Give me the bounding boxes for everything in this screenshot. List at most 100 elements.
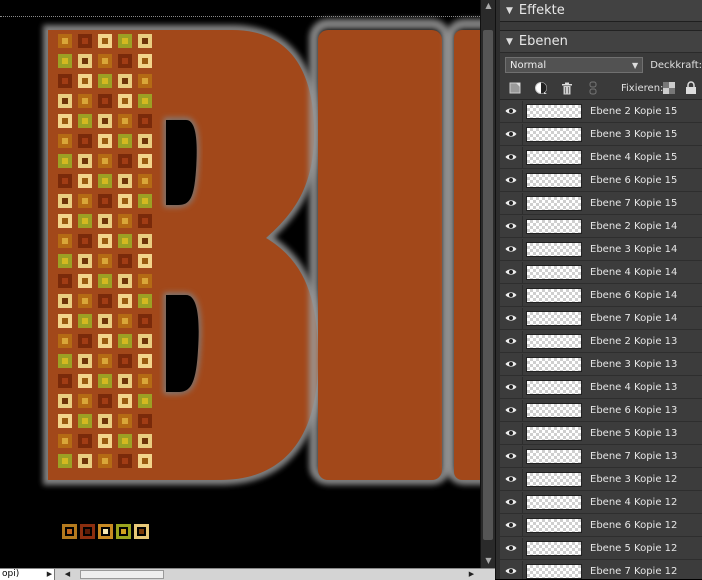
- eye-icon[interactable]: [500, 100, 523, 122]
- layer-thumbnail[interactable]: [526, 333, 582, 349]
- layer-name[interactable]: Ebene 6 Kopie 12: [590, 520, 677, 531]
- layer-row[interactable]: Ebene 6 Kopie 15: [500, 169, 702, 192]
- eye-icon[interactable]: [500, 445, 523, 467]
- layer-thumbnail[interactable]: [526, 517, 582, 533]
- layer-row[interactable]: Ebene 6 Kopie 12: [500, 514, 702, 537]
- layer-name[interactable]: Ebene 3 Kopie 15: [590, 129, 677, 140]
- eye-icon[interactable]: [500, 192, 523, 214]
- layer-row[interactable]: Ebene 2 Kopie 13: [500, 330, 702, 353]
- layer-thumbnail[interactable]: [526, 471, 582, 487]
- layer-name[interactable]: Ebene 4 Kopie 15: [590, 152, 677, 163]
- eye-icon[interactable]: [500, 261, 523, 283]
- layer-name[interactable]: Ebene 6 Kopie 15: [590, 175, 677, 186]
- layer-name[interactable]: Ebene 4 Kopie 14: [590, 267, 677, 278]
- layer-row[interactable]: Ebene 2 Kopie 15: [500, 100, 702, 123]
- link-icon[interactable]: [586, 81, 600, 95]
- layer-row[interactable]: Ebene 3 Kopie 13: [500, 353, 702, 376]
- scroll-left-icon[interactable]: ◀: [62, 569, 73, 580]
- layer-thumbnail[interactable]: [526, 195, 582, 211]
- eye-icon[interactable]: [500, 514, 523, 536]
- lock-transparent-icon[interactable]: [663, 82, 675, 94]
- collapse-triangle-icon[interactable]: ▼: [506, 37, 513, 47]
- layer-row[interactable]: Ebene 6 Kopie 14: [500, 284, 702, 307]
- layer-row[interactable]: Ebene 5 Kopie 13: [500, 422, 702, 445]
- collapse-triangle-icon[interactable]: ▼: [506, 6, 513, 16]
- eye-icon[interactable]: [500, 284, 523, 306]
- eye-icon[interactable]: [500, 422, 523, 444]
- layer-row[interactable]: Ebene 4 Kopie 13: [500, 376, 702, 399]
- layer-thumbnail[interactable]: [526, 149, 582, 165]
- layer-name[interactable]: Ebene 5 Kopie 13: [590, 428, 677, 439]
- eye-icon[interactable]: [500, 468, 523, 490]
- eye-icon[interactable]: [500, 376, 523, 398]
- eye-icon[interactable]: [500, 238, 523, 260]
- scroll-right-icon[interactable]: ▶: [466, 569, 477, 580]
- layer-thumbnail[interactable]: [526, 402, 582, 418]
- eye-icon[interactable]: [500, 330, 523, 352]
- layers-panel-header[interactable]: ▼ Ebenen: [500, 31, 702, 53]
- layer-name[interactable]: Ebene 3 Kopie 14: [590, 244, 677, 255]
- layer-row[interactable]: Ebene 3 Kopie 12: [500, 468, 702, 491]
- trash-icon[interactable]: [560, 81, 574, 95]
- layers-list[interactable]: Ebene 2 Kopie 15 Ebene 3 Kopie 15 Ebene 4 …: [500, 100, 702, 579]
- lock-icon[interactable]: [685, 81, 697, 95]
- layer-name[interactable]: Ebene 6 Kopie 13: [590, 405, 677, 416]
- layer-row[interactable]: Ebene 6 Kopie 13: [500, 399, 702, 422]
- layer-row[interactable]: Ebene 7 Kopie 14: [500, 307, 702, 330]
- layer-name[interactable]: Ebene 7 Kopie 15: [590, 198, 677, 209]
- layer-thumbnail[interactable]: [526, 356, 582, 372]
- layer-thumbnail[interactable]: [526, 563, 582, 579]
- eye-icon[interactable]: [500, 169, 523, 191]
- layer-thumbnail[interactable]: [526, 172, 582, 188]
- eye-icon[interactable]: [500, 353, 523, 375]
- layer-name[interactable]: Ebene 7 Kopie 14: [590, 313, 677, 324]
- document-canvas[interactable]: [0, 0, 480, 568]
- scroll-down-icon[interactable]: ▼: [481, 555, 496, 567]
- layer-row[interactable]: Ebene 5 Kopie 12: [500, 537, 702, 560]
- layer-thumbnail[interactable]: [526, 264, 582, 280]
- layer-name[interactable]: Ebene 4 Kopie 13: [590, 382, 677, 393]
- eye-icon[interactable]: [500, 146, 523, 168]
- layer-row[interactable]: Ebene 7 Kopie 12: [500, 560, 702, 579]
- layer-row[interactable]: Ebene 4 Kopie 15: [500, 146, 702, 169]
- layer-name[interactable]: Ebene 3 Kopie 13: [590, 359, 677, 370]
- layer-name[interactable]: Ebene 4 Kopie 12: [590, 497, 677, 508]
- layer-thumbnail[interactable]: [526, 103, 582, 119]
- layer-thumbnail[interactable]: [526, 425, 582, 441]
- layer-thumbnail[interactable]: [526, 287, 582, 303]
- layer-thumbnail[interactable]: [526, 218, 582, 234]
- eye-icon[interactable]: [500, 123, 523, 145]
- eye-icon[interactable]: [500, 307, 523, 329]
- layer-row[interactable]: Ebene 4 Kopie 12: [500, 491, 702, 514]
- eye-icon[interactable]: [500, 215, 523, 237]
- vertical-scroll-thumb[interactable]: [483, 30, 493, 540]
- layer-thumbnail[interactable]: [526, 448, 582, 464]
- horizontal-scroll-thumb[interactable]: [80, 570, 164, 579]
- eye-icon[interactable]: [500, 491, 523, 513]
- effects-panel-header[interactable]: ▼ Effekte: [500, 0, 702, 22]
- layer-name[interactable]: Ebene 5 Kopie 12: [590, 543, 677, 554]
- layer-name[interactable]: Ebene 6 Kopie 14: [590, 290, 677, 301]
- layer-name[interactable]: Ebene 2 Kopie 13: [590, 336, 677, 347]
- layer-row[interactable]: Ebene 3 Kopie 14: [500, 238, 702, 261]
- layer-name[interactable]: Ebene 3 Kopie 12: [590, 474, 677, 485]
- vertical-scrollbar[interactable]: ▲ ▼: [480, 0, 496, 568]
- layer-thumbnail[interactable]: [526, 126, 582, 142]
- layer-thumbnail[interactable]: [526, 310, 582, 326]
- layer-name[interactable]: Ebene 2 Kopie 15: [590, 106, 677, 117]
- layer-thumbnail[interactable]: [526, 241, 582, 257]
- eye-icon[interactable]: [500, 560, 523, 579]
- layer-row[interactable]: Ebene 7 Kopie 15: [500, 192, 702, 215]
- layer-name[interactable]: Ebene 7 Kopie 13: [590, 451, 677, 462]
- layer-row[interactable]: Ebene 3 Kopie 15: [500, 123, 702, 146]
- layer-row[interactable]: Ebene 4 Kopie 14: [500, 261, 702, 284]
- layer-thumbnail[interactable]: [526, 540, 582, 556]
- layer-thumbnail[interactable]: [526, 494, 582, 510]
- layer-name[interactable]: Ebene 2 Kopie 14: [590, 221, 677, 232]
- layer-name[interactable]: Ebene 7 Kopie 12: [590, 566, 677, 577]
- scroll-up-icon[interactable]: ▲: [481, 0, 496, 12]
- layer-row[interactable]: Ebene 7 Kopie 13: [500, 445, 702, 468]
- adjustment-layer-icon[interactable]: [534, 81, 548, 95]
- new-layer-icon[interactable]: [508, 81, 522, 95]
- blend-mode-select[interactable]: Normal ▼: [505, 57, 644, 73]
